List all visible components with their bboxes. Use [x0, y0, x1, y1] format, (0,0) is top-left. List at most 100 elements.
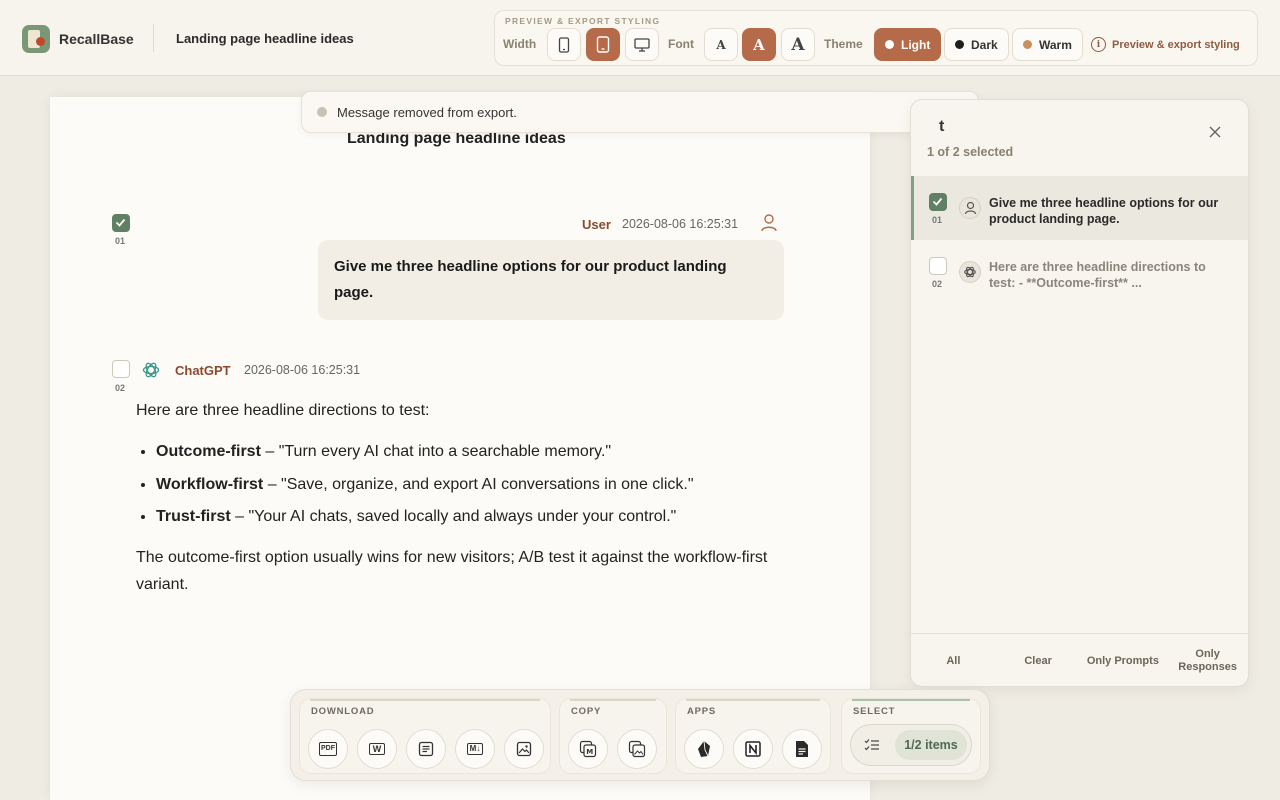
download-markdown-button[interactable]: M↓ — [455, 729, 495, 769]
obsidian-button[interactable] — [684, 729, 724, 769]
divider — [153, 24, 154, 52]
warm-swatch — [1023, 40, 1032, 49]
phone-icon — [558, 36, 570, 53]
select-item-1[interactable]: 01 Give me three headline options for ou… — [911, 176, 1248, 240]
theme-dark-button[interactable]: Dark — [944, 28, 1009, 61]
response-intro: Here are three headline directions to te… — [136, 402, 430, 419]
clear-selection-button[interactable]: Clear — [996, 634, 1081, 686]
bullet-text: – "Your AI chats, saved locally and alwa… — [230, 508, 677, 525]
message-1-checkbox[interactable] — [112, 214, 130, 232]
chatgpt-icon — [142, 362, 160, 378]
font-medium-button[interactable]: A — [742, 28, 776, 61]
preview-link-label: Preview & export styling — [1112, 38, 1240, 51]
theme-dark-label: Dark — [971, 37, 998, 52]
chatgpt-avatar-icon — [959, 261, 981, 283]
download-image-button[interactable] — [504, 729, 544, 769]
user-icon — [761, 214, 777, 232]
group-accent-line — [686, 699, 820, 701]
select-item-2-number: 02 — [932, 279, 943, 289]
width-tablet-button[interactable] — [586, 28, 620, 61]
chatgpt-icon — [964, 266, 976, 278]
apps-label: APPS — [687, 706, 717, 717]
copy-image-icon — [628, 740, 646, 758]
bullet-bold: Trust-first — [156, 508, 231, 525]
copy-markdown-button[interactable]: M — [568, 729, 608, 769]
only-prompts-button[interactable]: Only Prompts — [1081, 634, 1166, 686]
group-accent-line — [570, 699, 656, 701]
font-large-button[interactable]: A — [781, 28, 815, 61]
checkmark-icon — [932, 197, 943, 206]
message-2-timestamp: 2026-08-06 16:25:31 — [244, 363, 361, 377]
select-panel: t 1 of 2 selected 01 Give me three headl… — [910, 99, 1249, 687]
markdown-icon: M↓ — [466, 743, 484, 755]
group-accent-line — [852, 699, 970, 701]
bullet-bold: Outcome-first — [156, 443, 261, 460]
toast-text: Message removed from export. — [337, 104, 517, 120]
select-group: SELECT 1/2 items — [841, 698, 981, 774]
notion-button[interactable] — [733, 729, 773, 769]
pdf-icon: PDF — [319, 742, 337, 756]
copy-image-button[interactable] — [617, 729, 657, 769]
response-bullet: Trust-first – "Your AI chats, saved loca… — [156, 503, 776, 530]
download-group: DOWNLOAD PDF W M↓ — [299, 698, 551, 774]
select-all-button[interactable]: All — [911, 634, 996, 686]
checkmark-icon — [115, 218, 126, 227]
download-pdf-button[interactable]: PDF — [308, 729, 348, 769]
selected-items-count: 1/2 items — [895, 730, 967, 760]
export-toolbar: DOWNLOAD PDF W M↓ COPY M APPS SELECT 1/2… — [290, 689, 990, 781]
select-item-2-text: Here are three headline directions to te… — [989, 260, 1206, 290]
select-label: SELECT — [853, 706, 896, 717]
select-item-1-checkbox[interactable] — [929, 193, 947, 211]
bullet-text: – "Save, organize, and export AI convers… — [263, 475, 694, 493]
download-label: DOWNLOAD — [311, 706, 375, 717]
message-2-number: 02 — [115, 383, 126, 393]
response-bullets: Outcome-first – "Turn every AI chat into… — [156, 438, 776, 530]
width-mobile-button[interactable] — [547, 28, 581, 61]
font-medium-glyph: A — [753, 35, 765, 54]
only-responses-button[interactable]: Only Responses — [1165, 634, 1248, 686]
font-large-glyph: A — [791, 34, 805, 55]
message-1-timestamp: 2026-08-06 16:25:31 — [622, 217, 739, 231]
message-2-checkbox[interactable] — [112, 360, 130, 378]
close-icon[interactable] — [1207, 124, 1223, 140]
select-items-toggle[interactable]: 1/2 items — [850, 724, 972, 766]
dark-swatch — [955, 40, 964, 49]
preview-export-styling-link[interactable]: i Preview & export styling — [1091, 37, 1240, 52]
image-icon — [516, 741, 532, 757]
message-1-number: 01 — [115, 236, 126, 246]
obsidian-icon — [698, 740, 710, 757]
styling-panel: PREVIEW & EXPORT STYLING Width Font A A … — [494, 10, 1258, 66]
styling-caption: PREVIEW & EXPORT STYLING — [505, 16, 661, 26]
width-desktop-button[interactable] — [625, 28, 659, 61]
google-docs-button[interactable] — [782, 729, 822, 769]
group-accent-line — [310, 699, 540, 701]
response-bullet: Workflow-first – "Save, organize, and ex… — [156, 471, 776, 498]
user-avatar-icon — [959, 197, 981, 219]
select-item-2-checkbox[interactable] — [929, 257, 947, 275]
toast-notification: Message removed from export. — [301, 91, 979, 133]
bullet-bold: Workflow-first — [156, 475, 264, 493]
select-item-1-number: 01 — [932, 215, 943, 225]
select-item-2[interactable]: 02 Here are three headline directions to… — [911, 240, 1248, 304]
word-icon: W — [368, 743, 386, 755]
copy-group: COPY M — [559, 698, 667, 774]
notion-icon — [745, 741, 761, 757]
user-message-bubble: Give me three headline options for our p… — [318, 240, 784, 320]
monitor-icon — [634, 37, 650, 52]
font-label: Font — [668, 37, 694, 51]
font-small-button[interactable]: A — [704, 28, 738, 61]
download-text-button[interactable] — [406, 729, 446, 769]
message-2-author: ChatGPT — [175, 363, 231, 378]
conversation-title: Landing page headline ideas — [176, 31, 354, 46]
theme-warm-label: Warm — [1039, 37, 1072, 52]
toast-status-dot — [317, 107, 327, 117]
theme-warm-button[interactable]: Warm — [1012, 28, 1083, 61]
assistant-message-body: Here are three headline directions to te… — [136, 397, 776, 598]
theme-light-label: Light — [901, 37, 931, 52]
copy-label: COPY — [571, 706, 602, 717]
tablet-icon — [596, 36, 610, 53]
info-icon: i — [1091, 37, 1106, 52]
select-panel-footer: All Clear Only Prompts Only Responses — [911, 633, 1248, 686]
download-word-button[interactable]: W — [357, 729, 397, 769]
theme-light-button[interactable]: Light — [874, 28, 942, 61]
